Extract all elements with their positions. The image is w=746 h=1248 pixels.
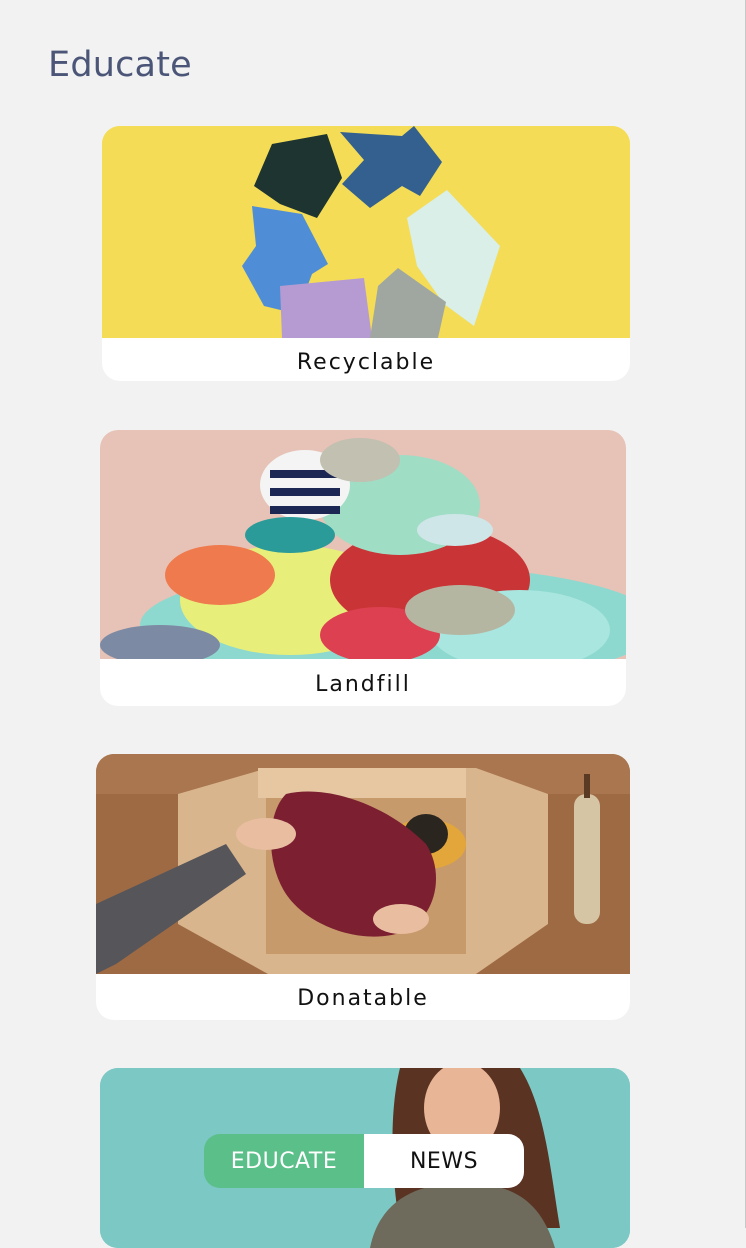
bottom-tab-switcher: EDUCATE NEWS <box>204 1134 524 1188</box>
donatable-label: Donatable <box>297 986 429 1011</box>
recyclable-label: Recyclable <box>296 350 436 375</box>
tab-news[interactable]: NEWS <box>364 1134 524 1188</box>
page-title: Educate <box>48 45 192 86</box>
recyclable-card[interactable]: Recyclable <box>102 126 630 381</box>
donatable-card[interactable]: Donatable <box>96 754 630 1020</box>
donatable-image <box>96 754 630 974</box>
recyclable-image <box>102 126 630 338</box>
landfill-image <box>100 430 626 659</box>
landfill-label: Landfill <box>315 672 411 697</box>
landfill-card[interactable]: Landfill <box>100 430 626 706</box>
tab-educate[interactable]: EDUCATE <box>204 1134 364 1188</box>
